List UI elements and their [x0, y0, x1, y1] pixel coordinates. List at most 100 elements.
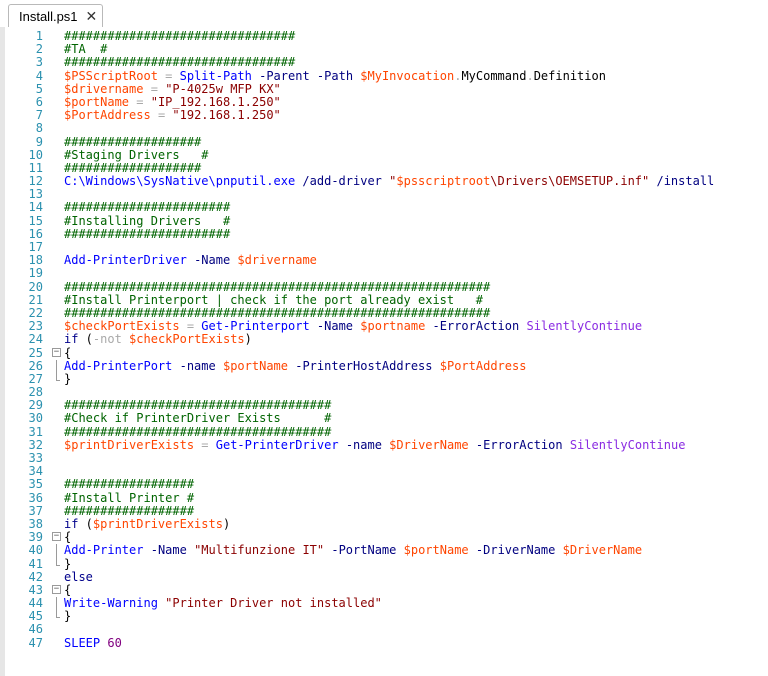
line-number: 46	[28, 622, 43, 637]
code-token: $PortAddress	[64, 108, 151, 123]
code-text: SLEEP 60	[64, 635, 122, 650]
line-number: 35	[28, 477, 43, 492]
code-token: $drivername	[64, 81, 144, 96]
code-token: SilentlyContinue	[569, 437, 686, 452]
code-token: ################################	[64, 29, 296, 43]
line-number: 25	[28, 345, 43, 360]
code-line[interactable]: 38 if ($printDriverExists)	[0, 516, 768, 531]
code-lines: 1 ################################ 2 #TA #3…	[0, 29, 768, 650]
code-token: /add-driver	[302, 174, 382, 189]
code-token: Split-Path	[179, 68, 252, 83]
collapse-icon[interactable]: −	[52, 347, 61, 357]
code-token: $portname	[360, 319, 426, 334]
code-token: -Name	[316, 319, 354, 334]
tab-title: Install.ps1	[19, 8, 78, 24]
code-line[interactable]: 45}	[0, 610, 768, 623]
code-token: =	[201, 437, 209, 452]
code-token: "192.168.1.250"	[172, 108, 281, 123]
code-token: =	[186, 319, 195, 334]
code-token: {	[64, 345, 72, 360]
code-token: -DriverName	[475, 543, 556, 558]
code-text: Write-Warning "Printer Driver not instal…	[64, 596, 382, 611]
code-line[interactable]: 16 #######################	[0, 226, 768, 241]
code-line[interactable]: 1 ################################	[0, 29, 768, 43]
code-token: -Path	[316, 68, 354, 83]
line-number: 10	[28, 147, 43, 162]
code-token: .	[526, 68, 534, 83]
code-token: ########################################…	[64, 279, 491, 294]
code-line[interactable]: 32 $printDriverExists = Get-PrinterDriver…	[0, 437, 768, 452]
line-number: 3	[35, 55, 43, 70]
code-text: }	[64, 371, 72, 386]
line-number: 40	[28, 543, 43, 558]
line-number: 42	[28, 569, 43, 584]
code-line[interactable]: 7 $PortAddress = "192.168.1.250"	[0, 108, 768, 123]
collapse-icon[interactable]: −	[52, 584, 61, 594]
code-token: SLEEP	[64, 635, 101, 650]
code-token: #######################	[64, 226, 231, 241]
code-text: if ($printDriverExists)	[64, 516, 230, 531]
code-token: "Printer Driver not installed"	[165, 596, 382, 611]
code-token: ##################	[64, 503, 195, 518]
code-token: ###################	[64, 134, 202, 149]
code-token: #TA #	[64, 42, 108, 57]
code-token: Get-PrinterDriver	[215, 437, 339, 452]
code-editor[interactable]: 1 ################################ 2 #TA #3…	[0, 27, 768, 676]
code-line[interactable]: 26 Add-PrinterPort -name $portName -Print…	[0, 358, 768, 373]
tab-bar: Install.ps1 ✕	[0, 0, 768, 27]
code-token: ########################################…	[64, 305, 491, 320]
line-number: 20	[28, 279, 43, 294]
fold-guide-end	[56, 617, 60, 619]
line-number: 8	[35, 121, 43, 136]
code-token: -PrinterHostAddress	[295, 358, 433, 373]
collapse-icon[interactable]: −	[52, 532, 61, 542]
code-token: -name	[345, 437, 382, 452]
code-line[interactable]: 44 Write-Warning "Printer Driver not inst…	[0, 596, 768, 611]
code-token: }	[64, 371, 72, 386]
code-line[interactable]: 18 Add-PrinterDriver -Name $drivername	[0, 253, 768, 267]
code-line[interactable]: 47 SLEEP 60	[0, 635, 768, 650]
code-token: Definition	[533, 68, 606, 83]
code-token: #######################	[64, 200, 231, 215]
fold-guide-end	[56, 379, 60, 381]
code-line[interactable]: 40 Add-Printer -Name "Multifunzione IT" -…	[0, 543, 768, 558]
line-number: 41	[28, 556, 43, 571]
code-token: "P-4025w MFP KX"	[165, 81, 281, 96]
code-token: $portName	[403, 543, 469, 558]
code-token: #Install Printerport | check if the port…	[64, 292, 484, 307]
code-line[interactable]: 42 else	[0, 569, 768, 584]
code-token: #Check if PrinterDriver Exists #	[64, 411, 332, 426]
code-token: $DriverName	[562, 543, 643, 558]
code-line[interactable]: 33	[0, 451, 768, 465]
line-number: 31	[28, 424, 43, 439]
fold-guide	[56, 372, 57, 380]
code-token: "Multifunzione IT"	[194, 543, 325, 558]
code-token: ################################	[64, 55, 296, 70]
tab-install-ps1[interactable]: Install.ps1 ✕	[8, 4, 103, 27]
line-number: 21	[28, 292, 43, 307]
code-line[interactable]: 24 if (-not $checkPortExists)	[0, 333, 768, 346]
code-line[interactable]: 12 C:\Windows\SysNative\pnputil.exe /add-…	[0, 174, 768, 189]
fold-guide	[56, 610, 57, 618]
line-number: 9	[35, 134, 43, 149]
code-token: "IP_192.168.1.250"	[150, 94, 281, 109]
line-number: 24	[28, 332, 43, 347]
code-line[interactable]: 27}	[0, 371, 768, 386]
fold-guide	[56, 359, 57, 373]
code-token: -PortName	[331, 543, 397, 558]
close-icon[interactable]: ✕	[86, 9, 98, 23]
line-number: 30	[28, 411, 43, 426]
code-token: (	[78, 516, 93, 531]
code-token: #Staging Drivers #	[64, 147, 209, 162]
code-line[interactable]: 41}	[0, 556, 768, 571]
